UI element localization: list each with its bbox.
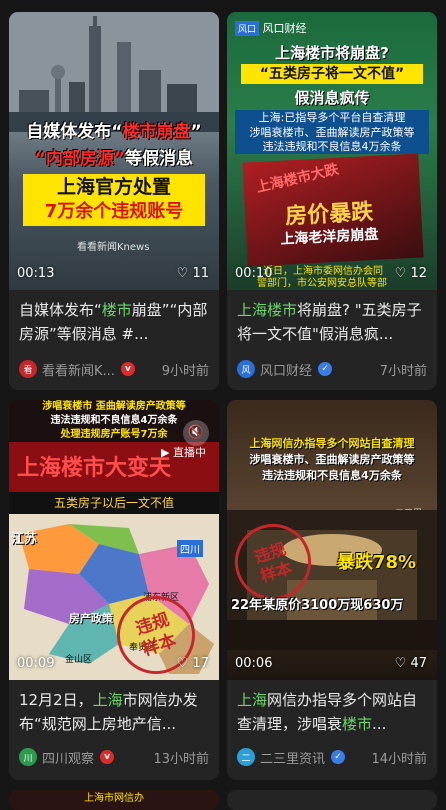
logo-icon: 风口 (235, 21, 260, 36)
title-text: ... (372, 715, 387, 733)
like-count-value: 47 (410, 656, 427, 671)
headline-2: 涉唱衰楼市、歪曲解读房产政策等 (249, 453, 415, 466)
map-label-sichuan: 四川 (177, 540, 203, 557)
video-thumbnail[interactable]: 上海网信办指导多个网站自查清理 涉唱衰楼市、歪曲解读房产政策等 违法违规和不良信… (227, 400, 437, 680)
headline-1: 上海楼市将崩盘? (275, 44, 389, 62)
thumb-line3: 上海官方处置 (56, 176, 171, 198)
video-title[interactable]: 上海楼市将崩盘? "五类房子将一文不值"假消息疯... (237, 298, 429, 346)
video-card[interactable]: 风口 风口财经 上海楼市将崩盘? “五类房子将一文不值” 假消息疯传 上海:已指… (227, 12, 437, 390)
author-row[interactable]: 川 四川观察 v 13小时前 (19, 746, 209, 768)
video-card-peek[interactable] (227, 790, 437, 810)
big-headline: 上海楼市大变天 (17, 456, 172, 481)
info-line-3: 违法违规和不良信息4万余条 (262, 140, 402, 153)
heart-icon: ♡ (394, 656, 407, 671)
sub-headline: 五类房子以后一文不值 (53, 496, 174, 510)
thumb-line4: 7万余个违规账号 (44, 201, 184, 222)
avatar[interactable]: 川 (19, 748, 37, 766)
peek-title: 上海市网信办 (84, 793, 144, 804)
heart-icon: ♡ (394, 266, 407, 281)
title-keyword: 楼市 (101, 301, 132, 319)
headline-1: 上海网信办指导多个网站自查清理 (249, 437, 415, 450)
like-count: ♡ 47 (395, 656, 427, 671)
verified-badge-icon: v (100, 750, 115, 764)
mute-icon[interactable]: 🔇 (183, 420, 209, 446)
skyline-image (9, 12, 219, 132)
thumb-line1c: ” (190, 122, 202, 142)
video-card[interactable]: 上海网信办指导多个网站自查清理 涉唱衰楼市、歪曲解读房产政策等 违法违规和不良信… (227, 400, 437, 780)
title-keyword: 上海 (237, 691, 268, 709)
title-text: 自媒体发布“ (19, 301, 102, 319)
video-thumbnail[interactable]: 涉唱衰楼市 歪曲解读房产政策等 违法违规和不良信息4万余条 处理违规房产账号7万… (9, 400, 219, 680)
video-title[interactable]: 12月2日，上海市网信办发布“规范网上房地产信... (19, 688, 211, 736)
title-keyword: 上海楼市 (237, 301, 298, 319)
video-thumbnail[interactable]: 自媒体发布“楼市崩盘” “内部房源”等假消息 上海官方处置 7万余个违规账号 看… (9, 12, 219, 290)
drop-badge: 暴跌78% (337, 552, 417, 573)
post-time: 13小时前 (153, 751, 209, 767)
fake-stamp-text: 上海楼市大跌 (254, 161, 341, 197)
map-label-jinshan: 金山区 (65, 655, 93, 665)
like-count-value: 17 (192, 656, 209, 671)
video-duration: 00:10 (235, 266, 273, 281)
author-name[interactable]: 二三里资讯 (260, 748, 325, 767)
verified-badge-icon: ✓ (318, 362, 333, 376)
video-duration: 00:13 (17, 266, 55, 281)
author-row[interactable]: 风 风口财经 ✓ 7小时前 (237, 358, 427, 380)
verified-badge-icon: ✓ (331, 750, 346, 764)
like-count: ♡ 11 (177, 266, 209, 281)
video-thumbnail[interactable]: 风口 风口财经 上海楼市将崩盘? “五类房子将一文不值” 假消息疯传 上海:已指… (227, 12, 437, 290)
thumb-line2a: “内部房源” (34, 149, 126, 169)
video-card[interactable]: 自媒体发布“楼市崩盘” “内部房源”等假消息 上海官方处置 7万余个违规账号 看… (9, 12, 219, 390)
avatar[interactable]: 看 (19, 360, 37, 378)
video-title[interactable]: 上海网信办指导多个网站自查清理，涉唱衰楼市... (237, 688, 429, 736)
headline-3: 假消息疯传 (294, 89, 370, 107)
video-duration: 00:09 (17, 656, 55, 671)
video-card[interactable]: 涉唱衰楼市 歪曲解读房产政策等 违法违规和不良信息4万余条 处理违规房产账号7万… (9, 400, 219, 780)
post-time: 7小时前 (379, 363, 427, 379)
fake-news-image: 上海楼市大跌 房价暴跌 上海老洋房崩盘 (242, 153, 424, 267)
footnote-2: 警部门，市公安网安总队等部 (257, 278, 387, 289)
fake-headline-2: 上海老洋房崩盘 (280, 226, 379, 248)
author-name[interactable]: 看看新闻K... (42, 360, 115, 379)
like-count-value: 11 (192, 266, 209, 281)
video-duration: 00:06 (235, 656, 273, 671)
video-card-peek[interactable]: 上海市网信办 (9, 790, 219, 810)
map-label-policy: 房产政策 (69, 612, 113, 625)
headline-3: 违法违规和不良信息4万余条 (262, 469, 402, 482)
post-time: 9小时前 (161, 363, 209, 379)
avatar[interactable]: 风 (237, 360, 255, 378)
author-row[interactable]: 看 看看新闻K... v 9小时前 (19, 358, 209, 380)
video-title[interactable]: 自媒体发布“楼市崩盘”“内部房源”等假消息 #... (19, 298, 211, 346)
live-label: 直播中 (172, 446, 206, 459)
top-line-1: 涉唱衰楼市 歪曲解读房产政策等 (42, 401, 186, 412)
avatar[interactable]: 二 (237, 748, 255, 766)
title-keyword: 上海 (92, 691, 123, 709)
headline-2: “五类房子将一文不值” (241, 64, 423, 84)
title-keyword: 楼市 (342, 715, 373, 733)
info-line-1: 上海:已指导多个平台自查清理 (258, 111, 406, 124)
thumb-line1b: 楼市崩盘 (122, 122, 191, 142)
price-caption: 22年某原价3100万现630万 (231, 598, 404, 613)
like-count: ♡ 12 (395, 266, 427, 281)
brand-logo: 风口 风口财经 (235, 20, 307, 36)
heart-icon: ♡ (176, 656, 189, 671)
like-count-value: 12 (410, 266, 427, 281)
heart-icon: ♡ (176, 266, 189, 281)
author-name[interactable]: 四川观察 (42, 748, 94, 767)
watermark-label: 看看新闻Knews (77, 242, 150, 253)
live-indicator: ▶ 直播中 (161, 446, 206, 459)
like-count: ♡ 17 (177, 656, 209, 671)
thumb-line1a: 自媒体发布“ (26, 122, 123, 142)
post-time: 14小时前 (371, 751, 427, 767)
author-name[interactable]: 风口财经 (260, 360, 312, 379)
thumb-line2b: 等假消息 (125, 149, 194, 169)
title-text: 12月2日， (19, 691, 93, 709)
info-line-2: 涉唱衰楼市、歪曲解读房产政策等 (249, 126, 415, 139)
map-label-jiangsu: 江苏 (11, 532, 38, 547)
logo-text: 风口财经 (262, 22, 307, 35)
verified-badge-icon: v (120, 362, 135, 376)
author-row[interactable]: 二 二三里资讯 ✓ 14小时前 (237, 746, 427, 768)
